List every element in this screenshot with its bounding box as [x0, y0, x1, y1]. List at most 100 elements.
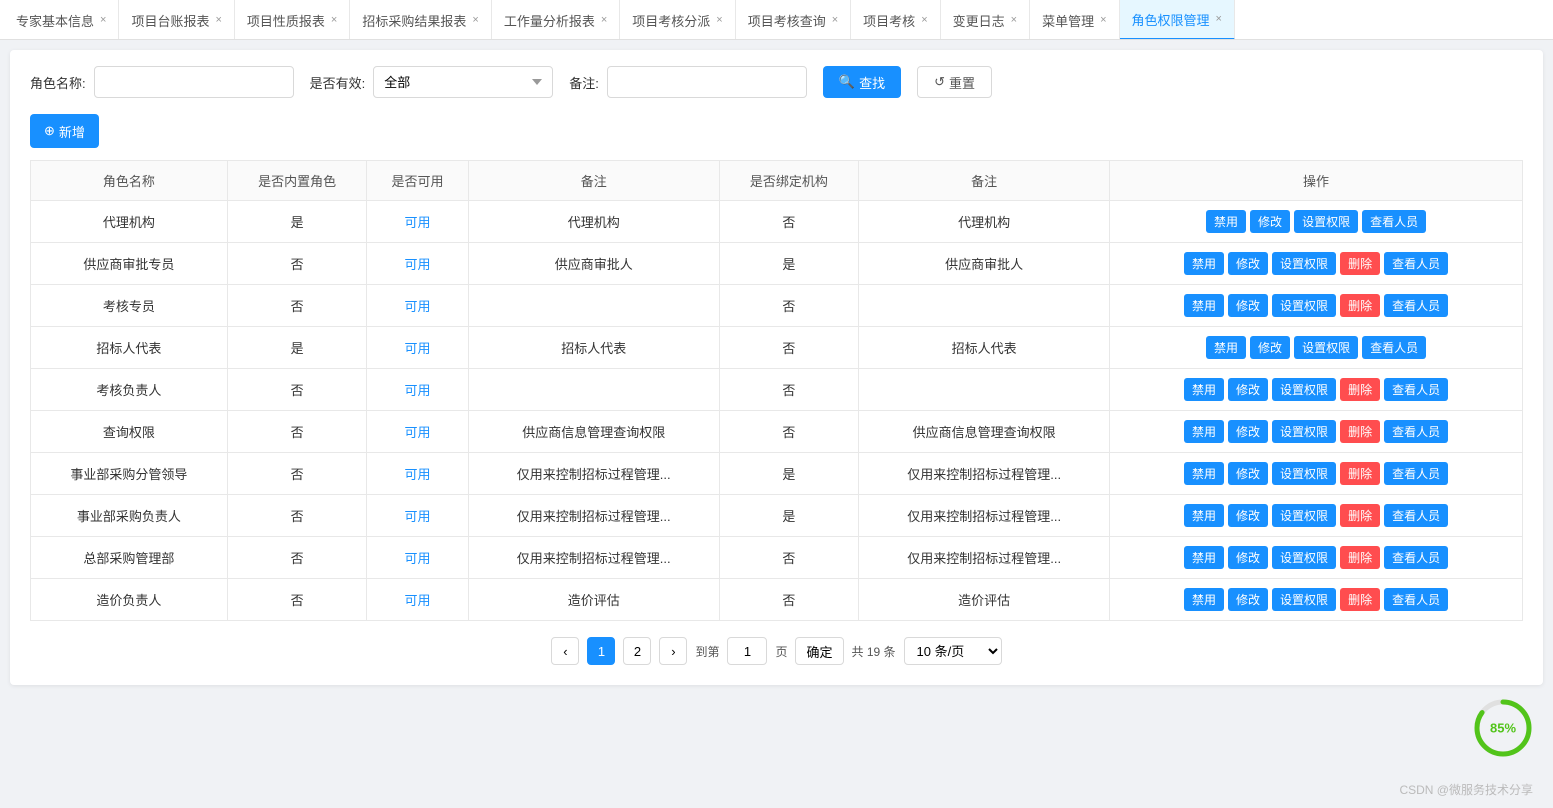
watermark: CSDN @微服务技术分享: [1399, 781, 1533, 798]
table-cell: 可用: [367, 579, 468, 621]
close-icon[interactable]: ×: [601, 14, 607, 26]
view-user-btn[interactable]: 查看人员: [1384, 546, 1448, 569]
delete-btn[interactable]: 删除: [1340, 462, 1380, 485]
confirm-goto-btn[interactable]: 确定: [795, 637, 843, 665]
edit-btn[interactable]: 修改: [1228, 504, 1268, 527]
close-icon[interactable]: ×: [716, 14, 722, 26]
close-icon[interactable]: ×: [1011, 14, 1017, 26]
set-perm-btn[interactable]: 设置权限: [1294, 210, 1358, 233]
disable-btn[interactable]: 禁用: [1184, 504, 1224, 527]
edit-btn[interactable]: 修改: [1250, 336, 1290, 359]
edit-btn[interactable]: 修改: [1228, 546, 1268, 569]
prev-page-btn[interactable]: ‹: [551, 637, 579, 665]
table-cell: 否: [227, 369, 367, 411]
goto-input[interactable]: [727, 637, 767, 665]
close-icon[interactable]: ×: [1100, 14, 1106, 26]
disable-btn[interactable]: 禁用: [1206, 210, 1246, 233]
delete-btn[interactable]: 删除: [1340, 294, 1380, 317]
is-valid-select[interactable]: 全部是否: [373, 66, 553, 98]
delete-btn[interactable]: 删除: [1340, 546, 1380, 569]
page-2-btn[interactable]: 2: [623, 637, 651, 665]
edit-btn[interactable]: 修改: [1250, 210, 1290, 233]
table-cell: 供应商审批专员: [31, 243, 228, 285]
delete-btn[interactable]: 删除: [1340, 504, 1380, 527]
table-cell: 造价负责人: [31, 579, 228, 621]
view-user-btn[interactable]: 查看人员: [1384, 504, 1448, 527]
disable-btn[interactable]: 禁用: [1184, 420, 1224, 443]
delete-btn[interactable]: 删除: [1340, 420, 1380, 443]
disable-btn[interactable]: 禁用: [1184, 462, 1224, 485]
edit-btn[interactable]: 修改: [1228, 462, 1268, 485]
table-cell: 仅用来控制招标过程管理...: [468, 495, 719, 537]
set-perm-btn[interactable]: 设置权限: [1272, 252, 1336, 275]
role-name-input[interactable]: [94, 66, 294, 98]
remark-field: 备注:: [569, 66, 807, 98]
view-user-btn[interactable]: 查看人员: [1362, 210, 1426, 233]
disable-btn[interactable]: 禁用: [1184, 294, 1224, 317]
close-icon[interactable]: ×: [331, 14, 337, 26]
set-perm-btn[interactable]: 设置权限: [1272, 294, 1336, 317]
add-button[interactable]: ⊕ 新增: [30, 114, 99, 148]
table-row: 查询权限否可用供应商信息管理查询权限否供应商信息管理查询权限禁用修改设置权限删除…: [31, 411, 1523, 453]
disable-btn[interactable]: 禁用: [1184, 378, 1224, 401]
next-page-btn[interactable]: ›: [659, 637, 687, 665]
view-user-btn[interactable]: 查看人员: [1384, 420, 1448, 443]
add-btn-label: 新增: [59, 122, 85, 141]
tab-item[interactable]: 招标采购结果报表×: [350, 0, 491, 40]
view-user-btn[interactable]: 查看人员: [1362, 336, 1426, 359]
tab-item[interactable]: 专家基本信息×: [4, 0, 119, 40]
search-btn-label: 查找: [859, 73, 885, 92]
table-cell: 是: [719, 243, 859, 285]
tab-item[interactable]: 项目考核查询×: [736, 0, 851, 40]
disable-btn[interactable]: 禁用: [1206, 336, 1246, 359]
table-cell: 可用: [367, 411, 468, 453]
view-user-btn[interactable]: 查看人员: [1384, 252, 1448, 275]
close-icon[interactable]: ×: [921, 14, 927, 26]
edit-btn[interactable]: 修改: [1228, 420, 1268, 443]
close-icon[interactable]: ×: [100, 14, 106, 26]
edit-btn[interactable]: 修改: [1228, 294, 1268, 317]
edit-btn[interactable]: 修改: [1228, 252, 1268, 275]
table-cell: 仅用来控制招标过程管理...: [468, 537, 719, 579]
search-button[interactable]: 🔍 查找: [823, 66, 901, 98]
reset-button[interactable]: ↺ 重置: [917, 66, 992, 98]
view-user-btn[interactable]: 查看人员: [1384, 462, 1448, 485]
tab-item[interactable]: 项目考核分派×: [620, 0, 735, 40]
per-page-select[interactable]: 10 条/页20 条/页50 条/页: [904, 637, 1002, 665]
close-icon[interactable]: ×: [1216, 13, 1222, 25]
delete-btn[interactable]: 删除: [1340, 378, 1380, 401]
table-cell: 考核专员: [31, 285, 228, 327]
close-icon[interactable]: ×: [832, 14, 838, 26]
tab-item[interactable]: 变更日志×: [941, 0, 1030, 40]
view-user-btn[interactable]: 查看人员: [1384, 378, 1448, 401]
close-icon[interactable]: ×: [472, 14, 478, 26]
page-1-btn[interactable]: 1: [587, 637, 615, 665]
tab-item[interactable]: 项目台账报表×: [119, 0, 234, 40]
tab-item[interactable]: 项目考核×: [851, 0, 940, 40]
delete-btn[interactable]: 删除: [1340, 588, 1380, 611]
set-perm-btn[interactable]: 设置权限: [1294, 336, 1358, 359]
delete-btn[interactable]: 删除: [1340, 252, 1380, 275]
set-perm-btn[interactable]: 设置权限: [1272, 462, 1336, 485]
search-icon: 🔍: [839, 74, 855, 90]
close-icon[interactable]: ×: [215, 14, 221, 26]
view-user-btn[interactable]: 查看人员: [1384, 588, 1448, 611]
tab-item[interactable]: 项目性质报表×: [235, 0, 350, 40]
disable-btn[interactable]: 禁用: [1184, 588, 1224, 611]
tab-item[interactable]: 工作量分析报表 ×: [492, 0, 620, 40]
set-perm-btn[interactable]: 设置权限: [1272, 420, 1336, 443]
disable-btn[interactable]: 禁用: [1184, 252, 1224, 275]
edit-btn[interactable]: 修改: [1228, 588, 1268, 611]
tab-label: 工作量分析报表: [504, 11, 595, 30]
edit-btn[interactable]: 修改: [1228, 378, 1268, 401]
view-user-btn[interactable]: 查看人员: [1384, 294, 1448, 317]
set-perm-btn[interactable]: 设置权限: [1272, 504, 1336, 527]
tab-item[interactable]: 菜单管理×: [1030, 0, 1119, 40]
table-cell: 仅用来控制招标过程管理...: [859, 453, 1110, 495]
tab-item[interactable]: 角色权限管理×: [1120, 0, 1235, 40]
set-perm-btn[interactable]: 设置权限: [1272, 588, 1336, 611]
remark-input[interactable]: [607, 66, 807, 98]
set-perm-btn[interactable]: 设置权限: [1272, 378, 1336, 401]
disable-btn[interactable]: 禁用: [1184, 546, 1224, 569]
set-perm-btn[interactable]: 设置权限: [1272, 546, 1336, 569]
